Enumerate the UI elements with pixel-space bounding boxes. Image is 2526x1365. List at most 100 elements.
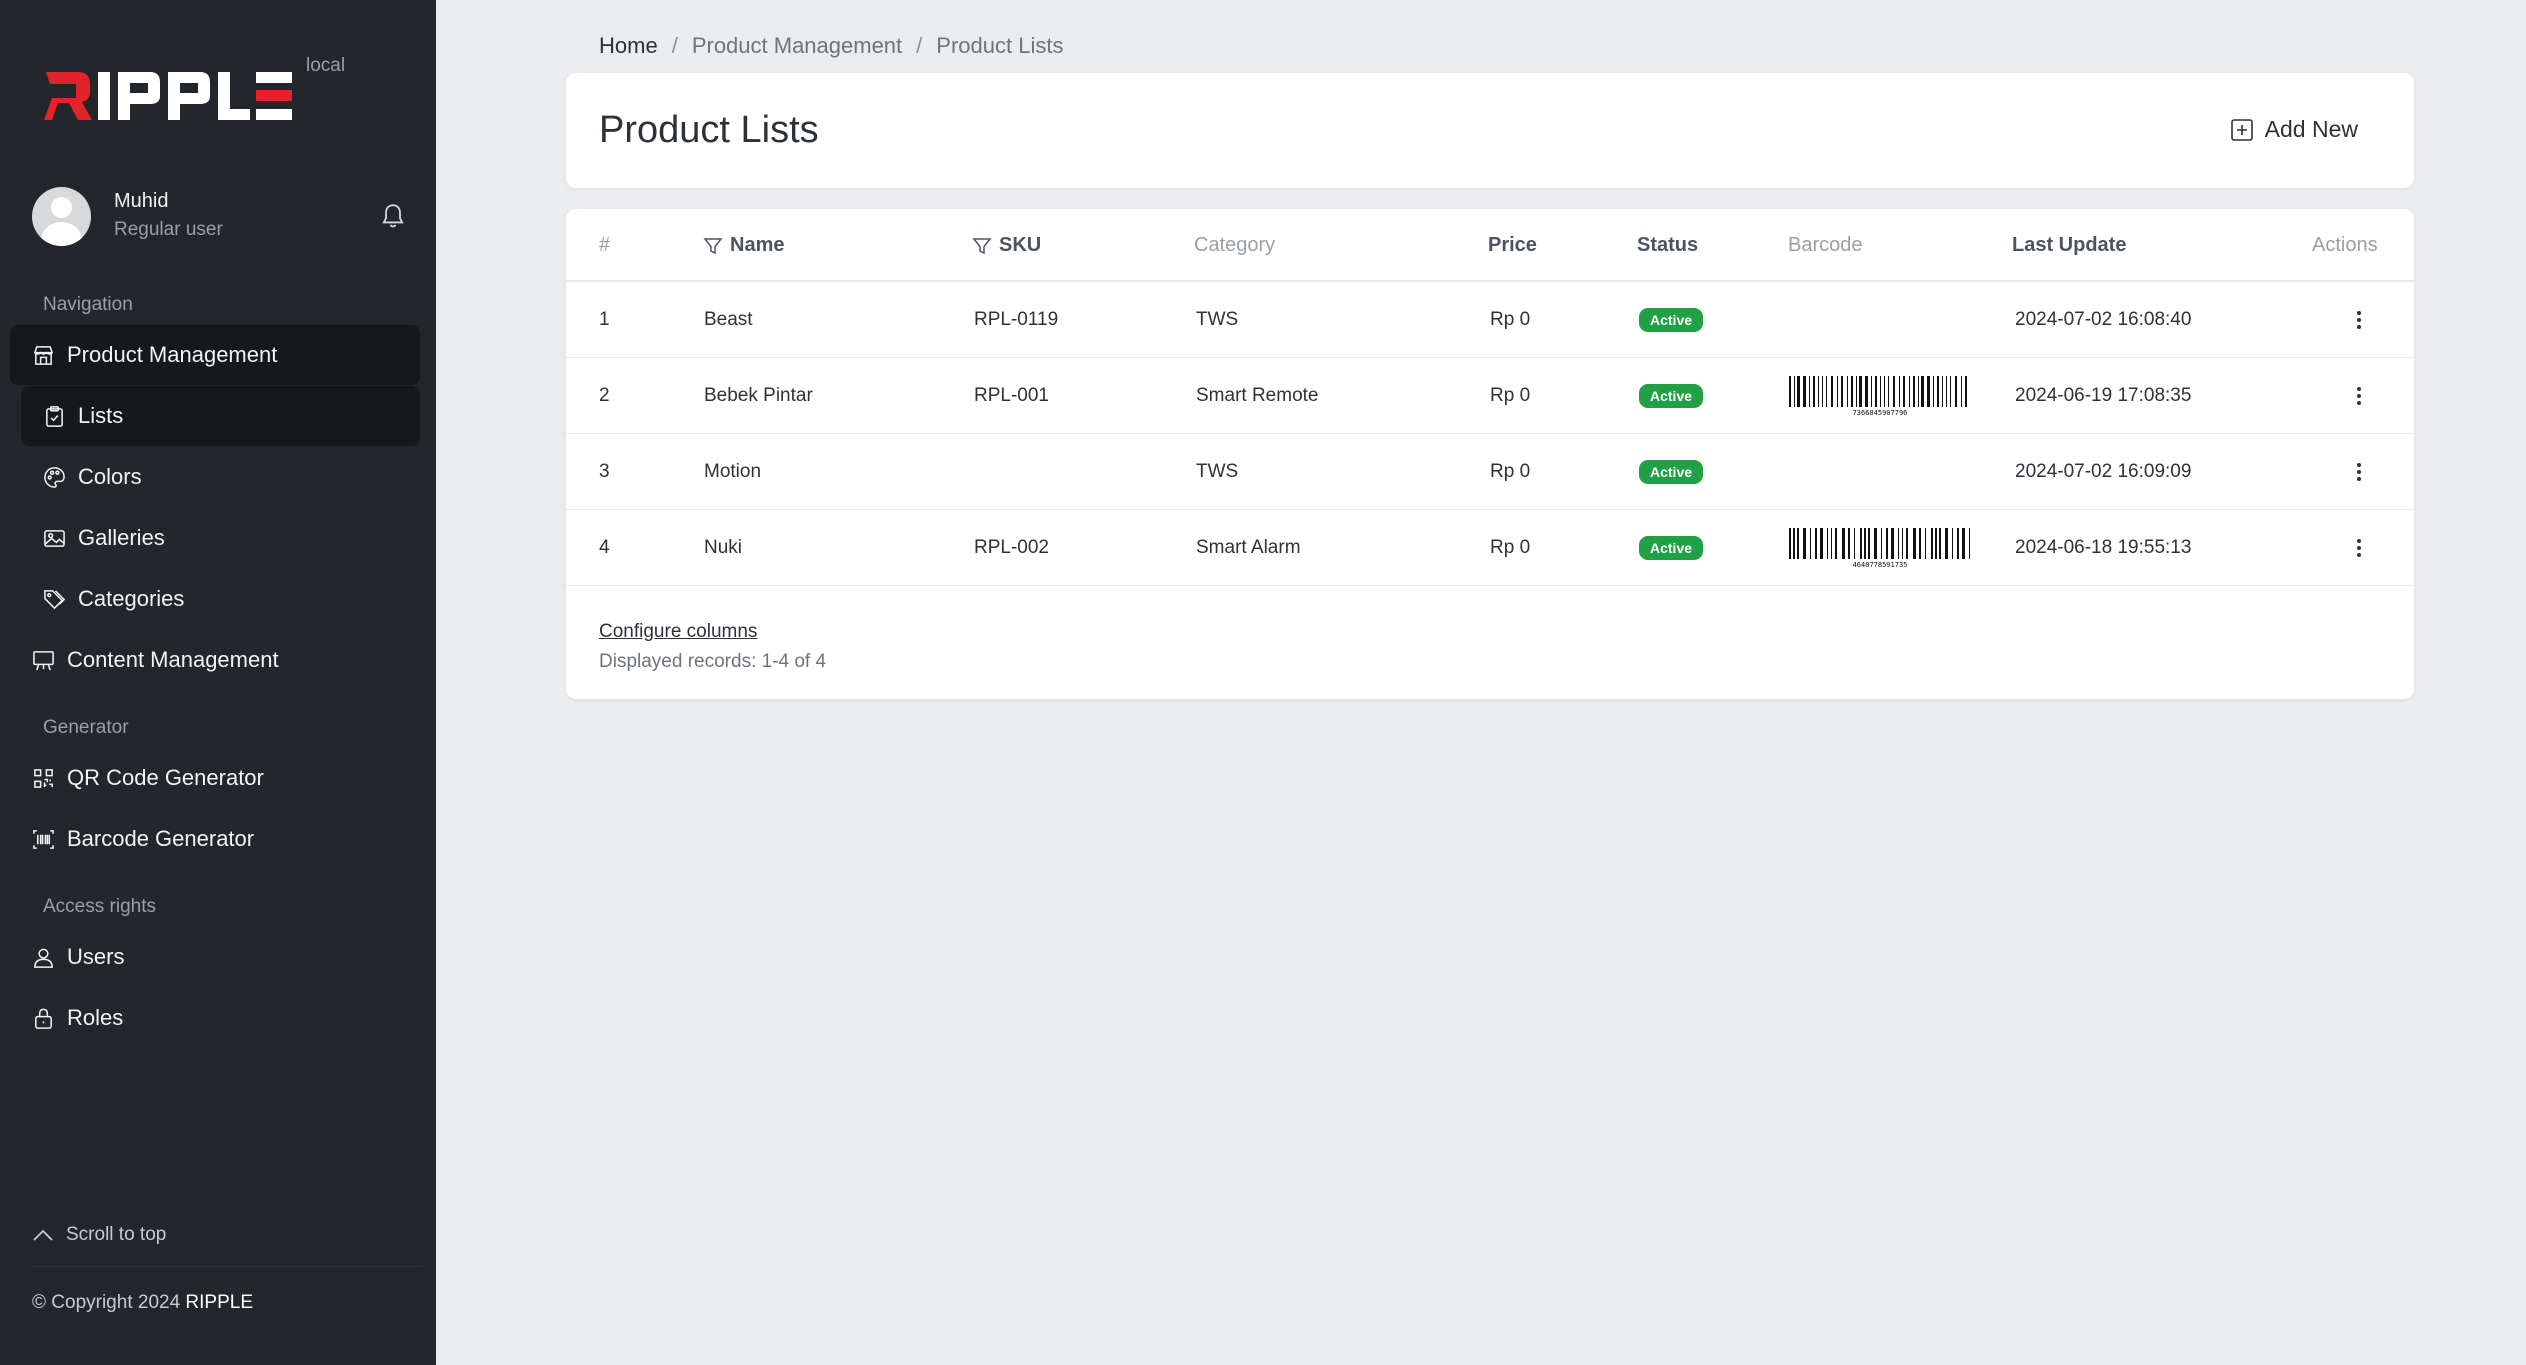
palette-icon (44, 466, 65, 488)
sidebar-item-label: Users (67, 944, 125, 969)
cell-category: Smart Remote (1196, 385, 1319, 406)
table-row[interactable]: 4 Nuki RPL-002 Smart Alarm Rp 0 Active 4… (566, 510, 2414, 586)
column-header-label: SKU (999, 234, 1042, 256)
store-icon (33, 345, 54, 365)
kebab-menu-icon[interactable] (2355, 537, 2363, 559)
cell-last-update: 2024-06-19 17:08:35 (2015, 385, 2192, 406)
status-badge: Active (1639, 384, 1704, 408)
add-new-label: Add New (2264, 116, 2358, 142)
cell-name: Motion (704, 461, 762, 482)
sidebar-item-label: QR Code Generator (67, 765, 264, 790)
avatar[interactable] (32, 187, 91, 246)
column-header-actions: Actions (2312, 234, 2378, 256)
table-row[interactable]: 1 Beast RPL-0119 TWS Rp 0 Active 2024-07… (566, 282, 2414, 358)
sidebar-item-product-management[interactable]: Product Management (10, 325, 420, 385)
cell-name: Beast (704, 309, 753, 330)
cell-price: Rp 0 (1490, 461, 1531, 482)
sidebar-item-colors[interactable]: Colors (21, 447, 420, 507)
barcode-icon (33, 829, 54, 849)
cell-price: Rp 0 (1490, 385, 1531, 406)
barcode-image: 7366845907796 (1789, 376, 1967, 416)
bell-icon[interactable] (380, 202, 406, 230)
cell-index: 1 (599, 309, 610, 330)
section-title-access-rights: Access rights (43, 896, 156, 917)
barcode-image: 4640778591735 (1789, 528, 1970, 568)
user-panel: Muhid Regular user (32, 184, 406, 248)
displayed-records: Displayed records: 1-4 of 4 (599, 651, 827, 672)
lock-icon (35, 1008, 52, 1029)
person-icon (34, 948, 53, 968)
table-row[interactable]: 3 Motion TWS Rp 0 Active 2024-07-02 16:0… (566, 434, 2414, 510)
user-name: Muhid (114, 190, 169, 212)
configure-columns-link[interactable]: Configure columns (599, 621, 757, 643)
add-new-button[interactable]: Add New (2230, 116, 2358, 143)
column-header-status[interactable]: Status (1637, 234, 1698, 257)
column-header-sku[interactable]: SKU (972, 234, 1041, 257)
breadcrumb-product-management[interactable]: Product Management (692, 33, 902, 59)
column-header-label: Name (730, 234, 785, 256)
scroll-to-top-label: Scroll to top (66, 1224, 167, 1245)
kebab-menu-icon[interactable] (2355, 309, 2363, 331)
kebab-menu-icon[interactable] (2355, 461, 2363, 483)
breadcrumb-current: Product Lists (936, 33, 1064, 58)
table-row[interactable]: 2 Bebek Pintar RPL-001 Smart Remote Rp 0… (566, 358, 2414, 434)
barcode-number: 4640778591735 (1853, 561, 1908, 568)
sidebar-item-label: Galleries (78, 525, 165, 550)
column-header-barcode: Barcode (1788, 234, 1863, 256)
tags-icon (44, 589, 66, 609)
status-badge: Active (1639, 536, 1704, 560)
cell-last-update: 2024-07-02 16:08:40 (2015, 309, 2192, 330)
scroll-to-top-link[interactable]: Scroll to top (32, 1224, 166, 1246)
product-table-card: # Name SKU Category Price Status Barcode… (566, 209, 2414, 699)
breadcrumb-separator: / (671, 33, 678, 58)
column-header-price[interactable]: Price (1488, 234, 1537, 257)
clipboard-check-icon (46, 405, 63, 427)
sidebar-item-content-management[interactable]: Content Management (10, 630, 420, 690)
filter-icon[interactable] (972, 236, 992, 256)
section-title-navigation: Navigation (43, 294, 133, 315)
column-header-name[interactable]: Name (703, 234, 784, 257)
cell-name: Nuki (704, 537, 743, 558)
cell-index: 2 (599, 385, 610, 406)
sidebar-item-label: Product Management (67, 342, 278, 367)
page-header-card: Product Lists Add New (566, 73, 2414, 188)
image-icon (44, 529, 65, 547)
filter-icon[interactable] (703, 236, 723, 256)
cell-category: TWS (1196, 309, 1239, 330)
sidebar-item-barcode-generator[interactable]: Barcode Generator (10, 809, 420, 869)
plus-square-icon (2230, 118, 2253, 141)
sidebar-item-galleries[interactable]: Galleries (21, 508, 420, 568)
kebab-menu-icon[interactable] (2355, 385, 2363, 407)
cell-last-update: 2024-07-02 16:09:09 (2015, 461, 2192, 482)
sidebar-item-roles[interactable]: Roles (10, 988, 420, 1048)
ripple-logo[interactable] (44, 70, 294, 122)
sidebar-item-label: Content Management (67, 647, 279, 672)
cell-sku: RPL-002 (974, 537, 1049, 558)
sidebar-item-label: Colors (78, 464, 142, 489)
sidebar-item-lists[interactable]: Lists (21, 386, 420, 446)
sidebar-item-label: Categories (78, 586, 185, 611)
column-header-category[interactable]: Category (1194, 234, 1275, 257)
copyright-brand: RIPPLE (185, 1292, 254, 1313)
barcode-number: 7366845907796 (1853, 409, 1908, 416)
sidebar-item-qr-code-generator[interactable]: QR Code Generator (10, 748, 420, 808)
sidebar-item-categories[interactable]: Categories (21, 569, 420, 629)
cell-sku: RPL-0119 (974, 309, 1059, 330)
sidebar-item-label: Lists (78, 403, 124, 428)
chevron-up-icon (33, 1229, 53, 1241)
sidebar-item-users[interactable]: Users (10, 927, 420, 987)
cell-last-update: 2024-06-18 19:55:13 (2015, 537, 2192, 558)
breadcrumb-separator: / (916, 33, 923, 58)
user-role: Regular user (114, 219, 223, 240)
table-header: # Name SKU Category Price Status Barcode… (566, 209, 2414, 282)
cell-index: 4 (599, 537, 610, 558)
cell-category: TWS (1196, 461, 1239, 482)
breadcrumb-home[interactable]: Home (599, 33, 658, 59)
cell-price: Rp 0 (1490, 309, 1531, 330)
cell-sku: RPL-001 (974, 385, 1049, 406)
section-title-generator: Generator (43, 717, 129, 738)
column-header-last-update[interactable]: Last Update (2012, 234, 2126, 257)
environment-label: local (306, 55, 346, 76)
copyright-text: © Copyright 2024 (32, 1292, 181, 1313)
sidebar-item-label: Roles (67, 1005, 124, 1030)
